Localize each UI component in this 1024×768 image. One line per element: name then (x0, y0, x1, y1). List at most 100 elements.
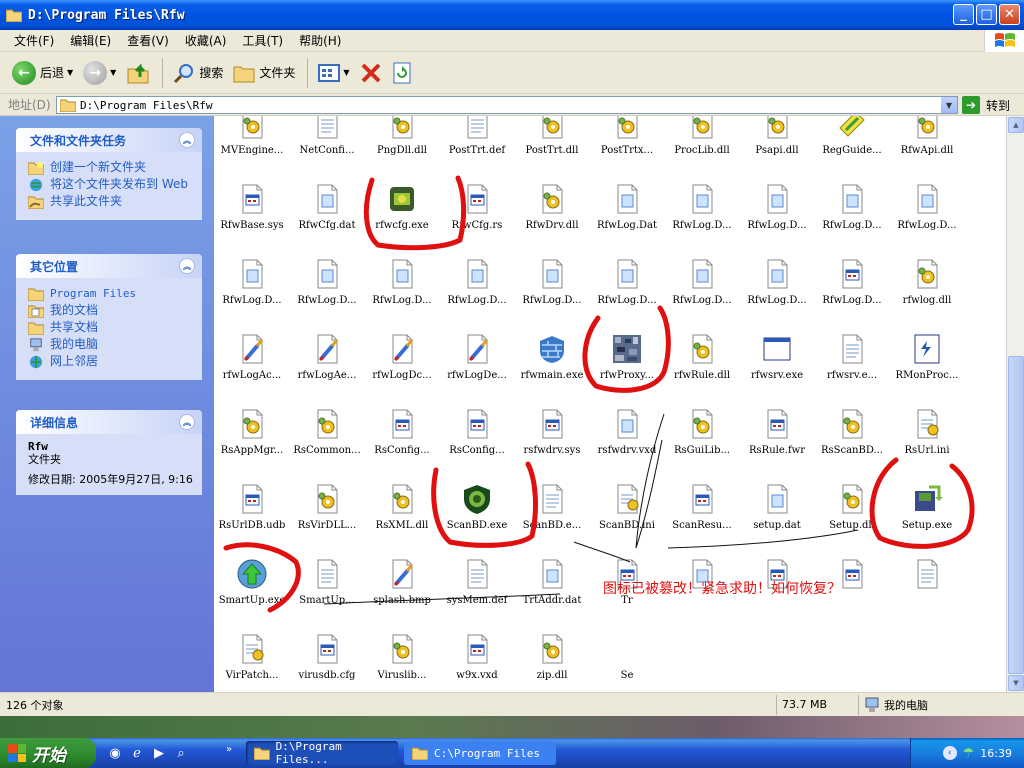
file-item[interactable]: rfwsrv.exe (739, 333, 815, 381)
file-item[interactable]: Setup.dll (814, 483, 890, 531)
file-item[interactable]: RfwBase.sys (214, 183, 290, 231)
quick-launch-media-player-icon[interactable]: ▶ (150, 744, 168, 762)
file-item[interactable]: splash.bmp (364, 558, 440, 606)
file-item[interactable]: RsCommon... (289, 408, 365, 456)
file-item[interactable]: RfwLog.D... (214, 258, 290, 306)
start-button[interactable]: 开始 (0, 738, 96, 768)
panel-header[interactable]: 详细信息 ︽ (16, 410, 202, 434)
menu-tools[interactable]: 工具(T) (234, 32, 291, 49)
tray-network-icon[interactable]: ☂ (963, 746, 975, 761)
file-item[interactable]: setup.dat (739, 483, 815, 531)
file-item[interactable]: RsXML.dll (364, 483, 440, 531)
file-item[interactable]: ScanResu... (664, 483, 740, 531)
file-item[interactable]: rfwcfg.exe (364, 183, 440, 231)
views-button[interactable]: ▼ (314, 56, 353, 90)
file-item[interactable]: Setup.exe (889, 483, 965, 531)
file-item[interactable]: rfwRule.dll (664, 333, 740, 381)
file-item[interactable]: RsConfig... (439, 408, 515, 456)
file-item[interactable]: RfwLog.D... (514, 258, 590, 306)
file-item[interactable]: rsfwdrv.vxd (589, 408, 665, 456)
file-item[interactable]: RMonProc... (889, 333, 965, 381)
file-item[interactable]: SmartUp.exe (214, 558, 290, 606)
file-item[interactable]: PostTrt.def (439, 116, 515, 156)
file-item[interactable]: RsUrl.ini (889, 408, 965, 456)
scroll-up-arrow-icon[interactable]: ▲ (1008, 117, 1024, 133)
file-item[interactable]: Viruslib... (364, 633, 440, 681)
file-item[interactable]: RegGuide... (814, 116, 890, 156)
place-my-documents[interactable]: 我的文档 (28, 304, 196, 318)
scroll-thumb[interactable] (1008, 356, 1024, 674)
vertical-scrollbar[interactable]: ▲ ▼ (1006, 116, 1024, 692)
back-button[interactable]: ← 后退 ▼ (8, 56, 77, 90)
collapse-chevron-icon[interactable]: ︽ (179, 414, 195, 430)
quick-launch-ie-icon[interactable]: ℯ (128, 744, 146, 762)
file-item[interactable]: MVEngine... (214, 116, 290, 156)
place-my-computer[interactable]: 我的电脑 (28, 338, 196, 352)
menu-favorites[interactable]: 收藏(A) (177, 32, 235, 49)
file-item[interactable]: rsfwdrv.sys (514, 408, 590, 456)
file-item[interactable]: rfwLogAe... (289, 333, 365, 381)
menu-file[interactable]: 文件(F) (6, 32, 62, 49)
file-item[interactable]: RfwLog.D... (364, 258, 440, 306)
file-item[interactable]: rfwsrv.e... (814, 333, 890, 381)
delete-button[interactable] (356, 56, 386, 90)
file-item[interactable]: VirPatch... (214, 633, 290, 681)
go-button[interactable]: ➔ 转到 (962, 96, 1010, 114)
place-shared-documents[interactable]: 共享文档 (28, 321, 196, 335)
quick-launch-chevron-icon[interactable]: » (226, 744, 232, 755)
file-item[interactable]: sysMem.def (439, 558, 515, 606)
file-item[interactable]: PostTrt.dll (514, 116, 590, 156)
file-item[interactable]: rfwLogDe... (439, 333, 515, 381)
place-program-files[interactable]: Program Files (28, 287, 196, 301)
search-button[interactable]: 搜索 (169, 56, 227, 90)
collapse-chevron-icon[interactable]: ︽ (179, 132, 195, 148)
file-item[interactable]: RfwDrv.dll (514, 183, 590, 231)
file-item[interactable]: RfwLog.D... (439, 258, 515, 306)
file-item[interactable]: PngDll.dll (364, 116, 440, 156)
file-item[interactable]: RfwLog.D... (889, 183, 965, 231)
taskbar-button-rfw[interactable]: D:\Program Files... (246, 740, 398, 766)
dropdown-arrow-icon[interactable]: ▼ (110, 68, 116, 77)
file-item[interactable]: RfwApi.dll (889, 116, 965, 156)
file-item[interactable]: ScanBD.ini (589, 483, 665, 531)
file-item[interactable]: RsScanBD... (814, 408, 890, 456)
file-item[interactable]: NetConfi... (289, 116, 365, 156)
file-item[interactable]: RsRule.fwr (739, 408, 815, 456)
file-item[interactable]: RsAppMgr... (214, 408, 290, 456)
folders-button[interactable]: 文件夹 (229, 56, 299, 90)
tray-expand-icon[interactable]: ‹ (942, 746, 957, 760)
file-item[interactable]: rfwLogDc... (364, 333, 440, 381)
panel-header[interactable]: 文件和文件夹任务 ︽ (16, 128, 202, 152)
file-item[interactable]: RfwCfg.rs (439, 183, 515, 231)
file-item[interactable]: virusdb.cfg (289, 633, 365, 681)
file-item[interactable]: RfwLog.D... (664, 258, 740, 306)
file-item[interactable] (889, 558, 965, 595)
address-dropdown-icon[interactable]: ▼ (941, 97, 957, 113)
file-item[interactable]: PostTrtx... (589, 116, 665, 156)
file-item[interactable]: RsVirDLL... (289, 483, 365, 531)
file-item[interactable]: Psapi.dll (739, 116, 815, 156)
menu-view[interactable]: 查看(V) (119, 32, 177, 49)
title-bar[interactable]: D:\Program Files\Rfw _ □ ✕ (0, 0, 1024, 30)
file-item[interactable]: RfwLog.D... (814, 183, 890, 231)
file-list-view[interactable]: MVEngine... NetConfi... PngDll.dll PostTrt.… (214, 116, 1006, 692)
task-share-folder[interactable]: 共享此文件夹 (28, 195, 196, 209)
file-item[interactable]: rfwlog.dll (889, 258, 965, 306)
task-new-folder[interactable]: 创建一个新文件夹 (28, 161, 196, 175)
file-item[interactable]: w9x.vxd (439, 633, 515, 681)
file-item[interactable]: RfwLog.D... (664, 183, 740, 231)
file-item[interactable]: ProcLib.dll (664, 116, 740, 156)
close-button[interactable]: ✕ (999, 4, 1020, 25)
address-input[interactable]: D:\Program Files\Rfw ▼ (56, 96, 958, 114)
collapse-chevron-icon[interactable]: ︽ (179, 258, 195, 274)
file-item[interactable]: Se (589, 633, 665, 681)
file-item[interactable]: RfwLog.D... (739, 183, 815, 231)
file-item[interactable]: ScanBD.exe (439, 483, 515, 531)
file-item[interactable]: ScanBD.e... (514, 483, 590, 531)
refresh-button[interactable] (388, 56, 416, 90)
file-item[interactable]: RsUrlDB.udb (214, 483, 290, 531)
quick-launch-search-icon[interactable]: ⌕ (172, 744, 190, 762)
scroll-down-arrow-icon[interactable]: ▼ (1008, 675, 1024, 691)
file-item[interactable]: zip.dll (514, 633, 590, 681)
place-network[interactable]: 网上邻居 (28, 355, 196, 369)
